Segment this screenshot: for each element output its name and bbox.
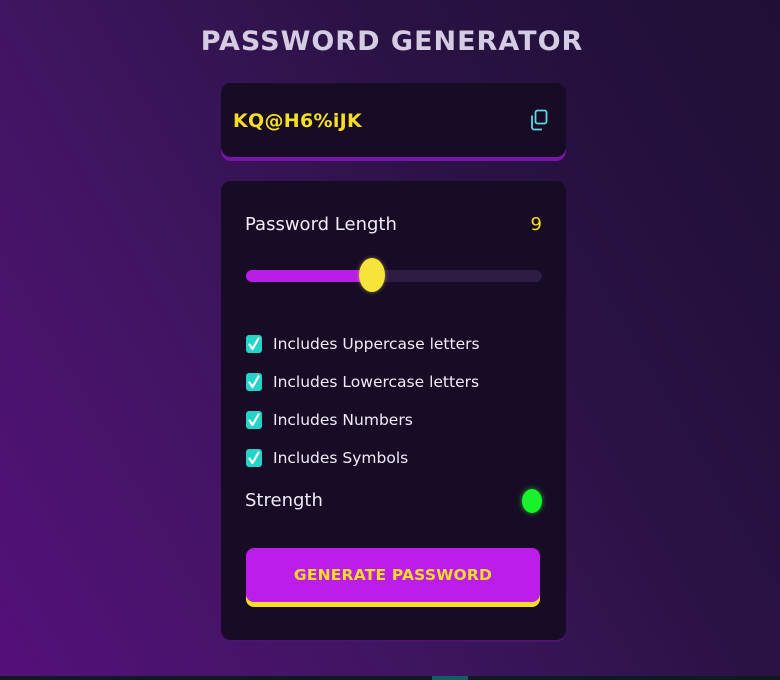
options-list: Includes Uppercase letters Includes Lowe… [246, 325, 480, 477]
bottom-edge [0, 676, 780, 680]
option-lowercase[interactable]: Includes Lowercase letters [246, 363, 480, 401]
settings-card: Password Length 9 Includes Uppercase let… [221, 181, 566, 640]
checkmark-icon [248, 451, 260, 465]
strength-indicator [522, 489, 542, 513]
option-label: Includes Symbols [273, 449, 409, 467]
length-slider[interactable] [246, 258, 542, 292]
checkmark-icon [248, 337, 260, 351]
password-display: KQ@H6%iJK [233, 110, 363, 132]
copy-button[interactable] [529, 109, 549, 131]
slider-thumb[interactable] [358, 258, 385, 292]
password-length-value: 9 [530, 214, 542, 235]
uppercase-checkbox[interactable] [246, 335, 262, 353]
copy-icon [531, 109, 548, 131]
bottom-edge-accent [432, 676, 468, 680]
symbols-checkbox[interactable] [246, 449, 262, 467]
lowercase-checkbox[interactable] [246, 373, 262, 391]
option-uppercase[interactable]: Includes Uppercase letters [246, 325, 480, 363]
checkmark-icon [248, 413, 260, 427]
slider-fill [246, 270, 372, 282]
generate-password-button[interactable]: GENERATE PASSWORD [246, 548, 540, 602]
option-numbers[interactable]: Includes Numbers [246, 401, 480, 439]
password-length-label: Password Length [245, 214, 397, 235]
checkmark-icon [248, 375, 260, 389]
option-symbols[interactable]: Includes Symbols [246, 439, 480, 477]
strength-label: Strength [245, 490, 323, 511]
option-label: Includes Lowercase letters [273, 373, 480, 391]
password-output-card: KQ@H6%iJK [221, 83, 566, 157]
page-title: PASSWORD GENERATOR [200, 26, 584, 57]
numbers-checkbox[interactable] [246, 411, 262, 429]
option-label: Includes Uppercase letters [273, 335, 480, 353]
option-label: Includes Numbers [273, 411, 413, 429]
